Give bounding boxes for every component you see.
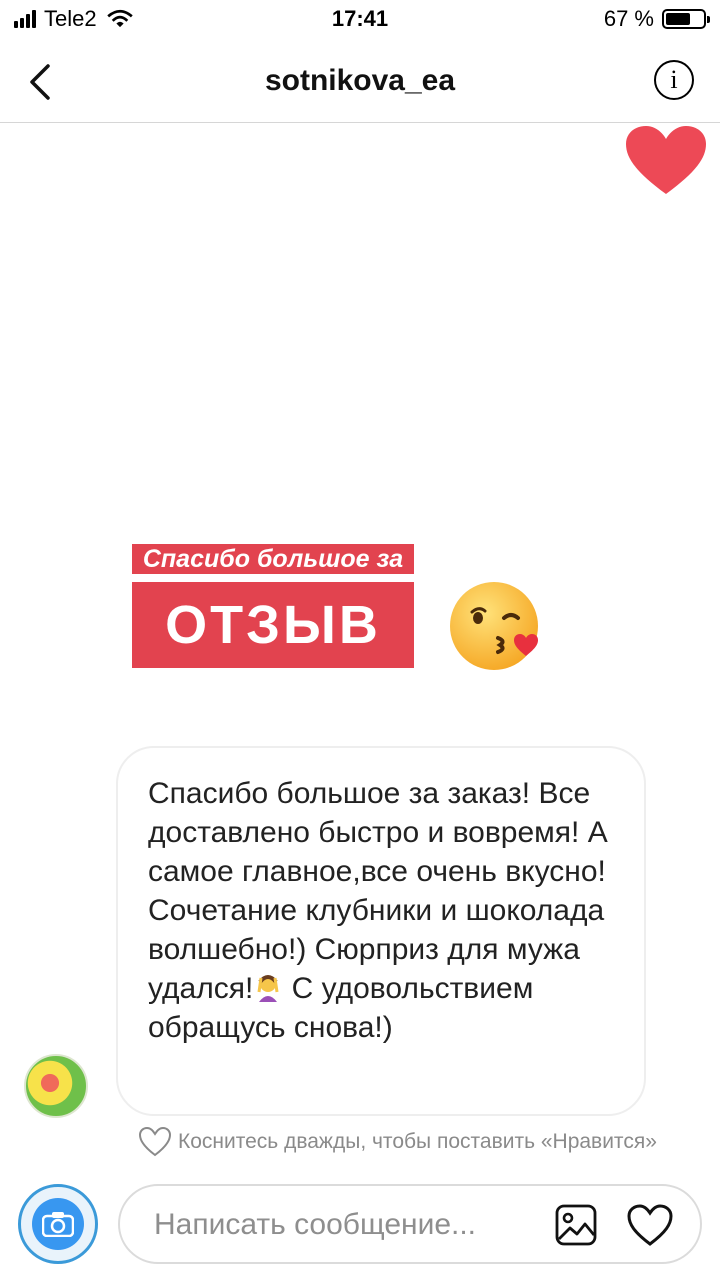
status-right: 67 % — [603, 6, 710, 32]
message-bubble[interactable]: Спасибо большое за заказ! Все доставлено… — [116, 746, 646, 1116]
battery-percent: 67 % — [603, 6, 654, 31]
info-label: i — [670, 65, 678, 94]
sticker-title: ОТЗЫВ — [132, 582, 414, 668]
like-heart-icon[interactable] — [626, 1203, 674, 1247]
battery-fill — [666, 13, 690, 25]
gallery-icon[interactable] — [554, 1203, 598, 1247]
conversation-header: sotnikova_ea i — [0, 40, 720, 123]
double-tap-hint: Коснитесь дважды, чтобы поставить «Нрави… — [138, 1126, 657, 1158]
avatar[interactable] — [24, 1054, 88, 1118]
double-tap-hint-text: Коснитесь дважды, чтобы поставить «Нрави… — [178, 1130, 657, 1153]
message-input[interactable]: Написать сообщение... — [118, 1184, 702, 1264]
sticker-caption: Спасибо большое за — [132, 544, 414, 574]
kiss-emoji-icon — [450, 582, 538, 670]
heart-outline-icon[interactable] — [138, 1126, 172, 1158]
conversation-title[interactable]: sotnikova_ea — [0, 64, 720, 98]
info-icon[interactable]: i — [654, 60, 694, 100]
battery-icon — [662, 9, 710, 29]
status-bar: Tele2 17:41 67 % — [0, 0, 720, 40]
camera-button[interactable] — [18, 1184, 98, 1264]
heart-icon — [626, 126, 706, 194]
woman-gesture-emoji-icon — [257, 975, 279, 1002]
camera-icon — [32, 1198, 84, 1250]
message-text: Спасибо большое за заказ! Все доставлено… — [148, 777, 608, 1005]
message-input-placeholder: Написать сообщение... — [154, 1208, 477, 1241]
